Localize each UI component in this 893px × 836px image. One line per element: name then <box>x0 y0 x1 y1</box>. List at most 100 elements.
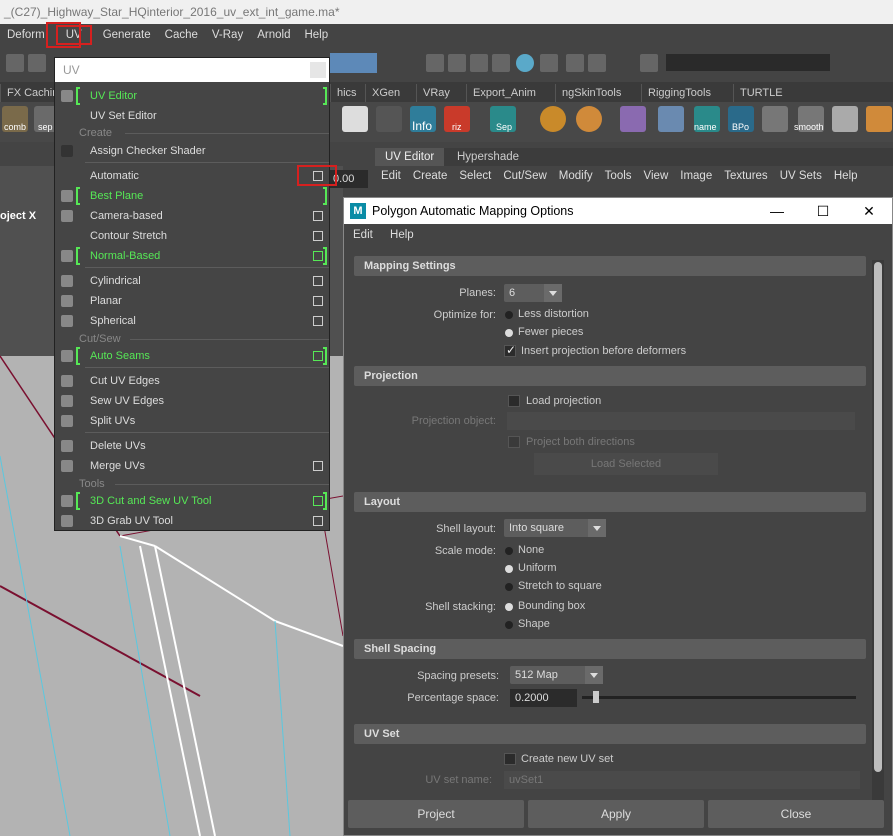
magnet-icon[interactable] <box>28 54 46 72</box>
render-icon[interactable] <box>426 54 444 72</box>
radio-fewer-pieces[interactable] <box>505 329 513 337</box>
menu-item-merge-uvs[interactable]: Merge UVs <box>55 456 329 476</box>
slider-handle[interactable] <box>593 691 599 703</box>
command-field[interactable] <box>666 54 830 71</box>
section-uv-set[interactable]: UV Set <box>354 724 866 744</box>
menu-item-auto-seams[interactable]: Auto Seams <box>55 346 329 366</box>
shelf-tab-export-anim[interactable]: Export_Anim <box>466 84 542 102</box>
tab-hypershade[interactable]: Hypershade <box>447 148 529 166</box>
uv-menu-cutsew[interactable]: Cut/Sew <box>497 170 552 182</box>
shelf-tab-riggingtools[interactable]: RiggingTools <box>641 84 717 102</box>
menu-item-camera-based[interactable]: Camera-based <box>55 206 329 226</box>
dialog-titlebar[interactable]: M Polygon Automatic Mapping Options — ☐ … <box>344 198 892 224</box>
menu-item-planar[interactable]: Planar <box>55 291 329 311</box>
menu-item-cut-uv-edges[interactable]: Cut UV Edges <box>55 371 329 391</box>
dialog-menu-edit[interactable]: Edit <box>353 229 373 241</box>
section-shell-spacing[interactable]: Shell Spacing <box>354 639 866 659</box>
option-box[interactable] <box>313 516 323 526</box>
menu-arnold[interactable]: Arnold <box>250 24 297 46</box>
shelf-tab-xgen[interactable]: XGen <box>365 84 406 102</box>
menu-item-uv-editor[interactable]: UV Editor <box>55 86 329 106</box>
hypershade-icon[interactable] <box>516 54 534 72</box>
menu-item-contour-stretch[interactable]: Contour Stretch <box>55 226 329 246</box>
diamond-icon[interactable] <box>866 106 892 132</box>
radio-stack-shape[interactable] <box>505 621 513 629</box>
option-box[interactable] <box>313 211 323 221</box>
option-box[interactable] <box>313 296 323 306</box>
shell-layout-dropdown[interactable]: Into square <box>504 519 606 537</box>
menu-vray[interactable]: V-Ray <box>205 24 250 46</box>
scrollbar-thumb[interactable] <box>874 262 882 772</box>
maximize-icon[interactable]: ☐ <box>800 198 846 224</box>
cookie-icon[interactable] <box>576 106 602 132</box>
menu-cache[interactable]: Cache <box>158 24 205 46</box>
radio-less-distortion[interactable] <box>505 311 513 319</box>
menu-item-delete-uvs[interactable]: Delete UVs <box>55 436 329 456</box>
trash-icon[interactable] <box>658 106 684 132</box>
project-both-checkbox[interactable] <box>508 436 520 448</box>
percentage-space-slider[interactable] <box>582 691 856 703</box>
pause-icon[interactable] <box>588 54 606 72</box>
insert-projection-checkbox[interactable] <box>504 343 516 357</box>
tools-icon[interactable] <box>566 54 584 72</box>
menu-item-3d-cut-sew-tool[interactable]: 3D Cut and Sew UV Tool <box>55 491 329 511</box>
section-projection[interactable]: Projection <box>354 366 866 386</box>
ring-icon[interactable] <box>540 106 566 132</box>
option-box[interactable] <box>313 276 323 286</box>
menu-item-automatic[interactable]: Automatic <box>55 166 329 186</box>
vray-icon[interactable] <box>540 54 558 72</box>
uv-menu-textures[interactable]: Textures <box>718 170 773 182</box>
menu-item-uv-set-editor[interactable]: UV Set Editor <box>55 106 329 126</box>
radio-scale-none[interactable] <box>505 547 513 555</box>
uv-menu-tools[interactable]: Tools <box>599 170 638 182</box>
lasso-icon[interactable] <box>6 54 24 72</box>
option-box[interactable] <box>313 316 323 326</box>
close-icon[interactable] <box>310 62 326 78</box>
uv-menu-tearoff-header[interactable]: UV <box>55 58 329 82</box>
input-line-icon[interactable] <box>640 54 658 72</box>
shelf-tab-ngskintools[interactable]: ngSkinTools <box>555 84 627 102</box>
ipr-icon[interactable] <box>470 54 488 72</box>
uvset-name-field[interactable]: uvSet1 <box>504 771 860 789</box>
menu-item-best-plane[interactable]: Best Plane <box>55 186 329 206</box>
projection-object-field[interactable] <box>507 412 855 430</box>
percentage-space-field[interactable]: 0.2000 <box>510 689 577 707</box>
radio-scale-stretch[interactable] <box>505 583 513 591</box>
menu-deform[interactable]: Deform <box>0 24 52 46</box>
menu-item-split-uvs[interactable]: Split UVs <box>55 411 329 431</box>
menu-item-normal-based[interactable]: Normal-Based <box>55 246 329 266</box>
menu-item-sew-uv-edges[interactable]: Sew UV Edges <box>55 391 329 411</box>
arrows-icon[interactable] <box>762 106 788 132</box>
menu-item-assign-checker[interactable]: Assign Checker Shader <box>55 141 329 161</box>
tab-uv-editor[interactable]: UV Editor <box>375 148 445 166</box>
render-settings-icon[interactable] <box>492 54 510 72</box>
shelf-tab-turtle[interactable]: TURTLE <box>733 84 789 102</box>
uv-menu-image[interactable]: Image <box>674 170 718 182</box>
minimize-icon[interactable]: — <box>754 198 800 224</box>
render-seq-icon[interactable] <box>448 54 466 72</box>
uv-menu-uvsets[interactable]: UV Sets <box>774 170 828 182</box>
field-highlight[interactable] <box>330 53 377 73</box>
menu-item-3d-grab-uv-tool[interactable]: 3D Grab UV Tool <box>55 511 329 531</box>
dialog-menu-help[interactable]: Help <box>390 229 414 241</box>
section-layout[interactable]: Layout <box>354 492 866 512</box>
radio-scale-uniform[interactable] <box>505 565 513 573</box>
option-box[interactable] <box>313 251 323 261</box>
option-box[interactable] <box>313 461 323 471</box>
planes-dropdown[interactable]: 6 <box>504 284 562 302</box>
checker-icon[interactable] <box>342 106 368 132</box>
close-button[interactable]: Close <box>708 800 884 828</box>
wire-icon[interactable] <box>832 106 858 132</box>
cube-icon[interactable] <box>620 106 646 132</box>
shelf-tab-vray[interactable]: VRay <box>416 84 456 102</box>
close-icon[interactable]: ✕ <box>846 198 892 224</box>
spacing-presets-dropdown[interactable]: 512 Map <box>510 666 603 684</box>
apply-button[interactable]: Apply <box>528 800 704 828</box>
dialog-scrollbar[interactable] <box>872 260 884 805</box>
uv-menu-select[interactable]: Select <box>453 170 497 182</box>
uv-menu-edit[interactable]: Edit <box>375 170 407 182</box>
create-new-uvset-checkbox[interactable] <box>504 753 516 765</box>
shelf-tab-graphics[interactable]: hics <box>330 84 363 102</box>
option-box[interactable] <box>313 231 323 241</box>
menu-generate[interactable]: Generate <box>96 24 158 46</box>
